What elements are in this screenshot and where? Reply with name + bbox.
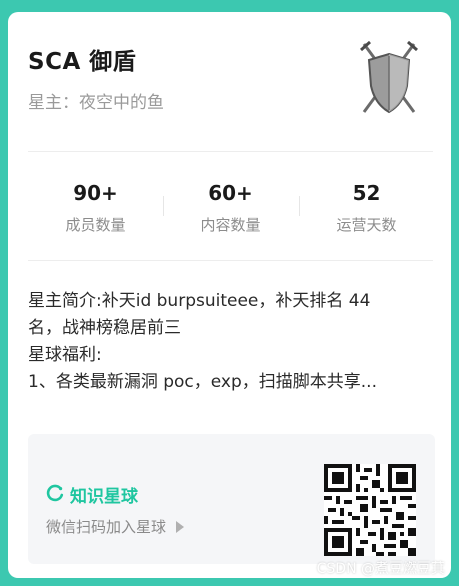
description-line: 名，战神榜稳居前三 — [28, 318, 181, 338]
shield-swords-icon — [358, 40, 420, 120]
stat-value: 90+ — [73, 181, 118, 205]
description-line: 1、各类最新漏洞 poc，exp，扫描脚本共享... — [28, 372, 377, 392]
join-footer[interactable]: 知识星球 微信扫码加入星球 — [28, 434, 435, 564]
brand: 知识星球 — [46, 482, 138, 507]
planet-card[interactable]: SCA 御盾 星主：夜空中的鱼 90+ 成员数量 60+ 内容数量 52 运营天… — [8, 12, 451, 578]
description-line: 星主简介:补天id burpsuiteee，补天排名 44 — [28, 291, 371, 311]
join-text: 微信扫码加入星球 — [46, 518, 167, 536]
zsxq-logo-icon — [46, 484, 64, 506]
stat-value: 60+ — [208, 181, 253, 205]
play-triangle-icon — [176, 520, 185, 533]
stat-label: 成员数量 — [65, 216, 126, 234]
planet-description: 星主简介:补天id burpsuiteee，补天排名 44 名，战神榜稳居前三 … — [28, 288, 436, 396]
stat-days: 52 运营天数 — [299, 180, 434, 235]
qr-code — [324, 464, 416, 556]
join-link[interactable]: 微信扫码加入星球 — [46, 516, 185, 537]
stat-value: 52 — [352, 181, 381, 205]
stat-content: 60+ 内容数量 — [163, 180, 298, 235]
divider — [28, 151, 433, 152]
planet-owner: 星主：夜空中的鱼 — [28, 93, 164, 113]
brand-name: 知识星球 — [70, 487, 138, 507]
csdn-watermark: CSDN @煮豆燃豆萁 — [316, 561, 445, 577]
stat-members: 90+ 成员数量 — [28, 180, 163, 235]
description-line: 星球福利: — [28, 345, 102, 365]
divider — [28, 260, 433, 261]
stat-label: 运营天数 — [336, 216, 397, 234]
stat-label: 内容数量 — [200, 216, 261, 234]
planet-title: SCA 御盾 — [28, 49, 137, 75]
